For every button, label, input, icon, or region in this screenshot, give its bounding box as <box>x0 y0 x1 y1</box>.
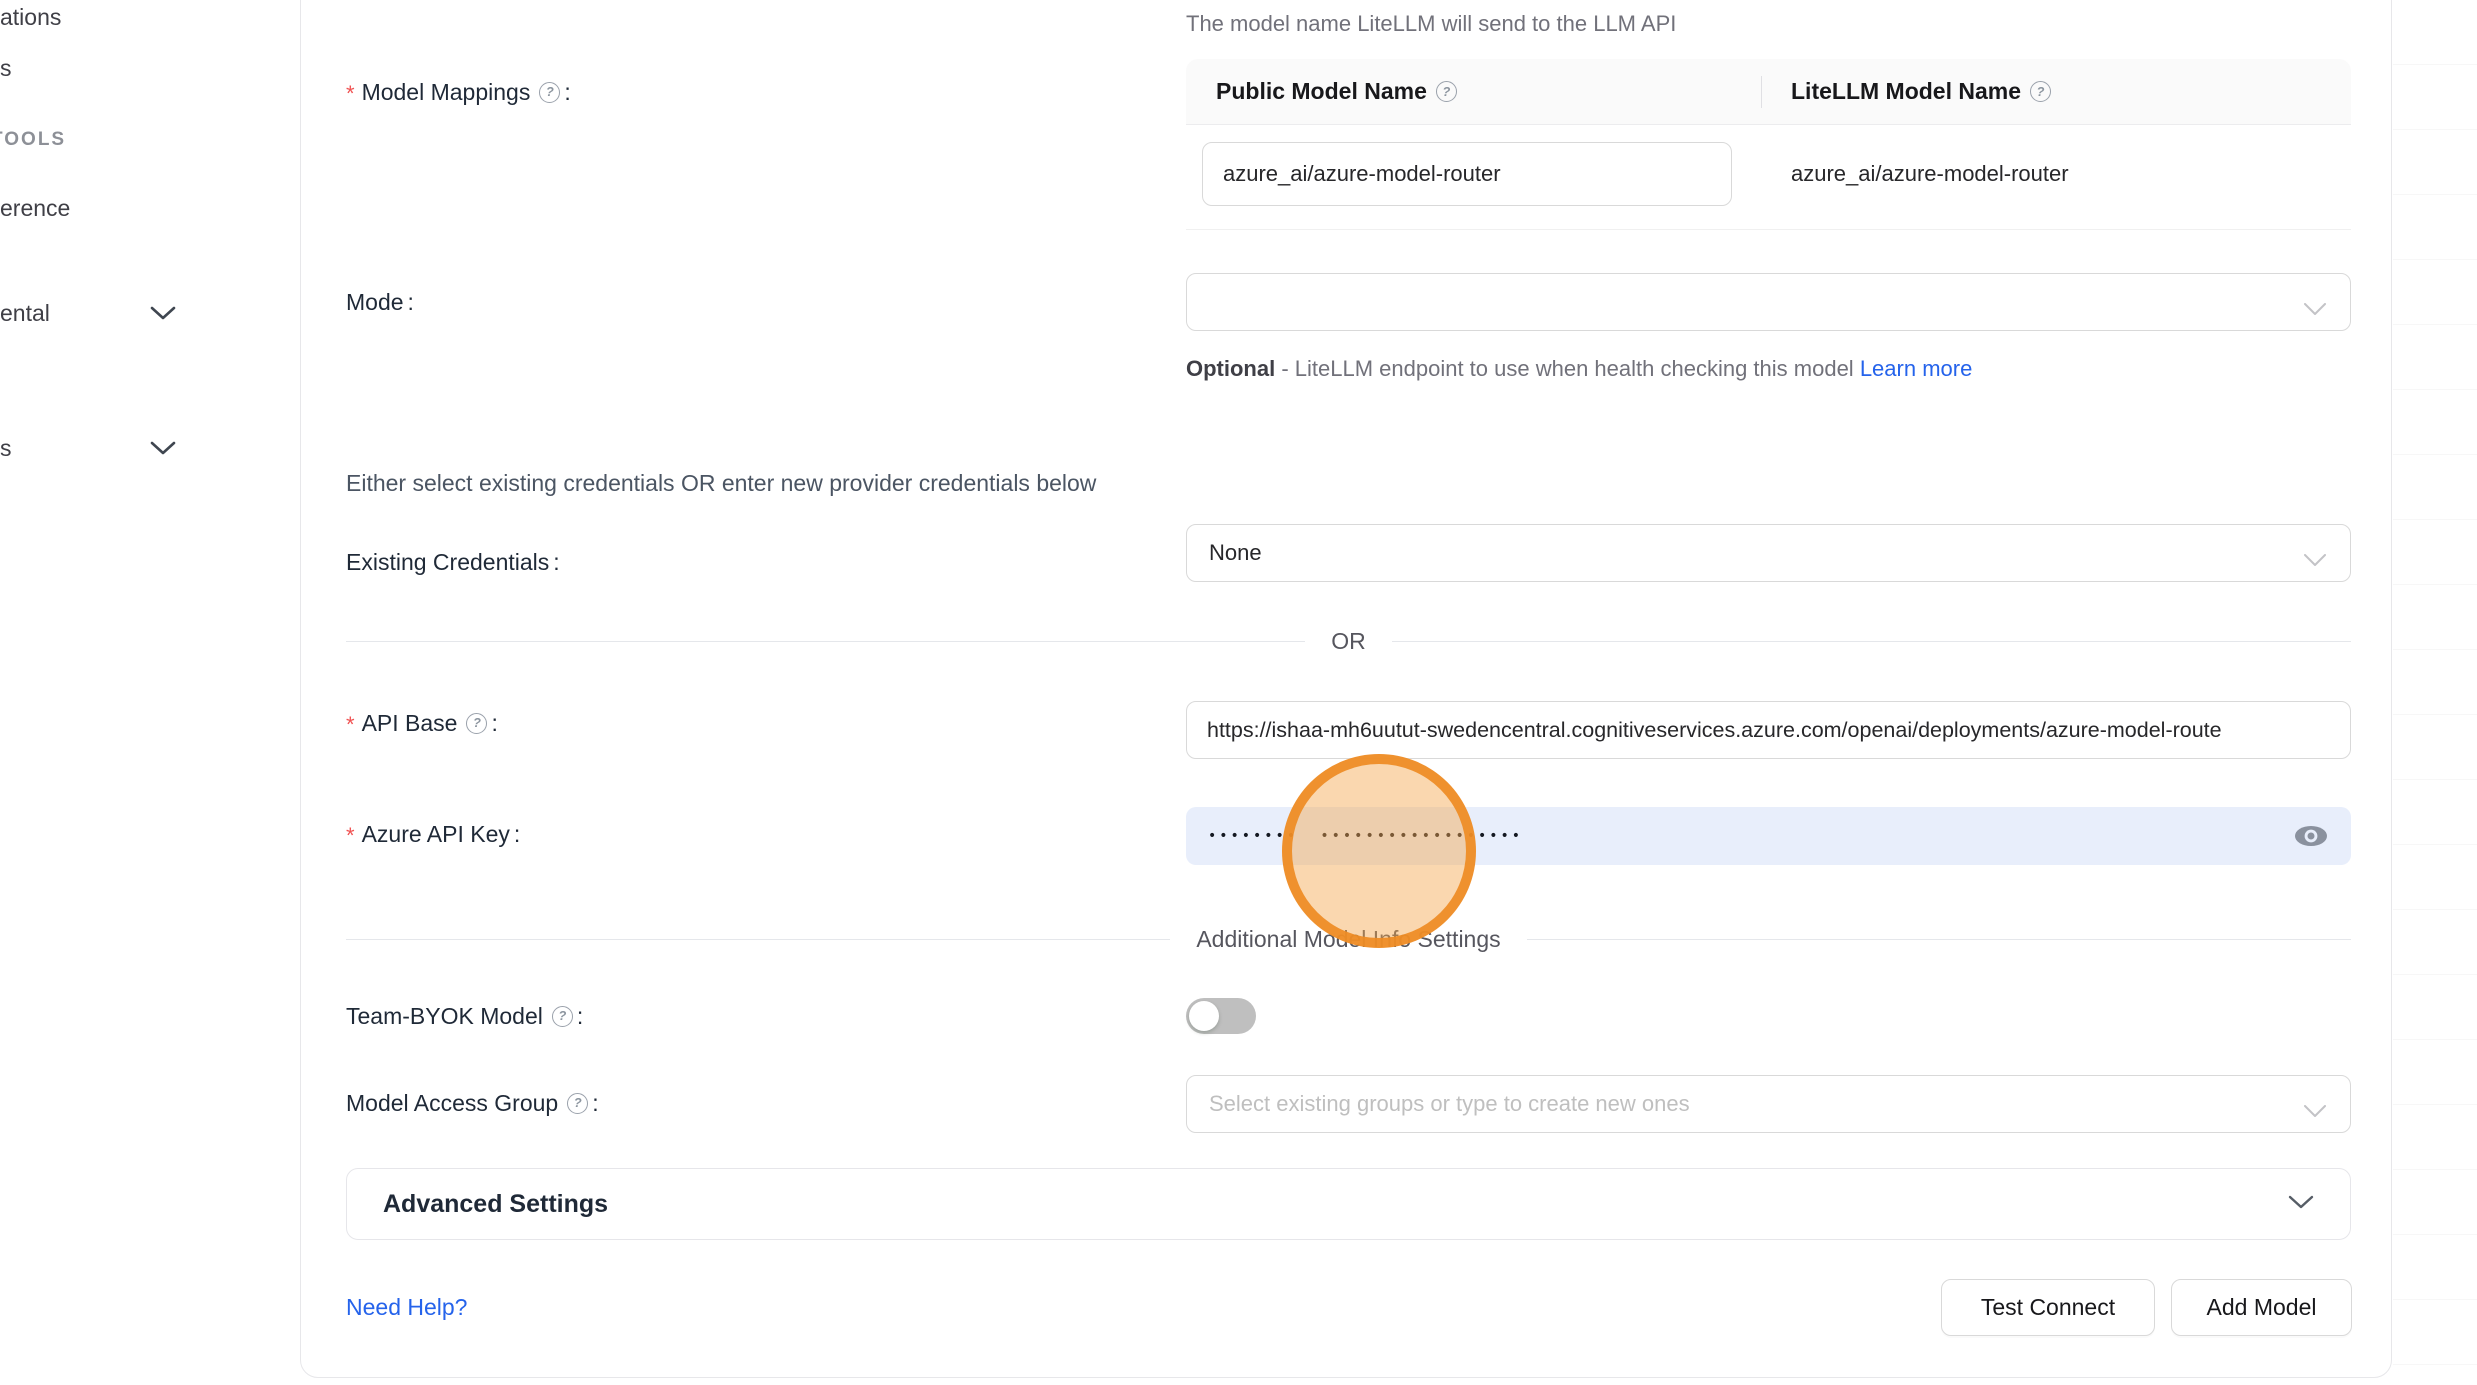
required-asterisk: * <box>346 821 355 851</box>
required-asterisk: * <box>346 710 355 740</box>
api-base-input[interactable] <box>1186 701 2351 759</box>
chevron-down-icon <box>2304 547 2326 573</box>
sidebar-item-truncated-4[interactable]: ental <box>0 298 50 328</box>
need-help-link[interactable]: Need Help? <box>346 1294 467 1320</box>
public-model-name-input[interactable] <box>1202 142 1732 206</box>
column-public-model-name: Public Model Name <box>1216 78 1427 105</box>
optional-prefix: Optional <box>1186 356 1275 381</box>
sidebar-section-tools: TOOLS <box>0 128 66 152</box>
model-mappings-label: * Model Mappings ? : <box>346 77 571 107</box>
chevron-down-icon[interactable] <box>150 305 176 326</box>
model-name-hint: The model name LiteLLM will send to the … <box>1186 9 1676 39</box>
help-icon[interactable]: ? <box>552 1006 573 1027</box>
credentials-note: Either select existing credentials OR en… <box>346 468 1096 498</box>
azure-api-key-input[interactable]: •••••••• •••••••••••••••••• <box>1186 807 2351 865</box>
existing-credentials-label: Existing Credentials : <box>346 547 560 577</box>
or-divider: OR <box>346 626 2351 656</box>
sidebar-item-truncated-5[interactable]: s <box>0 433 12 463</box>
advanced-settings-title: Advanced Settings <box>383 1190 608 1219</box>
sidebar-item-truncated-1[interactable]: ations <box>0 2 61 32</box>
chevron-down-icon[interactable] <box>150 440 176 461</box>
litellm-model-name-value: azure_ai/azure-model-router <box>1761 142 2351 206</box>
mode-label: Mode : <box>346 287 414 317</box>
model-access-group-label: Model Access Group ? : <box>346 1088 599 1118</box>
team-byok-toggle[interactable] <box>1186 998 1256 1034</box>
masked-api-key: •••••••• •••••••••••••••••• <box>1208 828 1523 844</box>
model-access-group-select[interactable]: Select existing groups or type to create… <box>1186 1075 2351 1133</box>
add-model-form-card: The model name LiteLLM will send to the … <box>300 0 2392 1378</box>
sidebar-item-truncated-2[interactable]: s <box>0 53 12 83</box>
help-icon[interactable]: ? <box>2030 81 2051 102</box>
team-byok-label: Team-BYOK Model ? : <box>346 1001 583 1031</box>
additional-settings-divider: Additional Model Info Settings <box>346 924 2351 954</box>
required-asterisk: * <box>346 79 355 109</box>
help-icon[interactable]: ? <box>466 713 487 734</box>
chevron-down-icon <box>2304 296 2326 322</box>
background-table-edge <box>2393 0 2477 1385</box>
column-litellm-model-name: LiteLLM Model Name <box>1791 78 2021 105</box>
help-icon[interactable]: ? <box>567 1093 588 1114</box>
api-base-label: * API Base ? : <box>346 708 498 738</box>
azure-api-key-label: * Azure API Key : <box>346 819 520 849</box>
chevron-down-icon <box>2304 1098 2326 1124</box>
add-model-button[interactable]: Add Model <box>2171 1279 2352 1336</box>
mode-select[interactable] <box>1186 273 2351 331</box>
table-row: azure_ai/azure-model-router <box>1186 125 2351 230</box>
help-icon[interactable]: ? <box>539 82 560 103</box>
sidebar-item-truncated-3[interactable]: erence <box>0 193 70 223</box>
table-header-row: Public Model Name ? LiteLLM Model Name ? <box>1186 59 2351 125</box>
existing-credentials-select[interactable]: None <box>1186 524 2351 582</box>
chevron-down-icon <box>2288 1194 2314 1215</box>
existing-credentials-value: None <box>1209 540 1262 566</box>
mode-help-text: Optional - LiteLLM endpoint to use when … <box>1186 349 2006 388</box>
help-icon[interactable]: ? <box>1436 81 1457 102</box>
advanced-settings-panel[interactable]: Advanced Settings <box>346 1168 2351 1240</box>
learn-more-link[interactable]: Learn more <box>1860 356 1973 381</box>
test-connect-button[interactable]: Test Connect <box>1941 1279 2155 1336</box>
model-access-group-placeholder: Select existing groups or type to create… <box>1209 1091 1690 1117</box>
model-mappings-table: Public Model Name ? LiteLLM Model Name ?… <box>1186 59 2351 230</box>
eye-icon[interactable] <box>2293 824 2329 853</box>
